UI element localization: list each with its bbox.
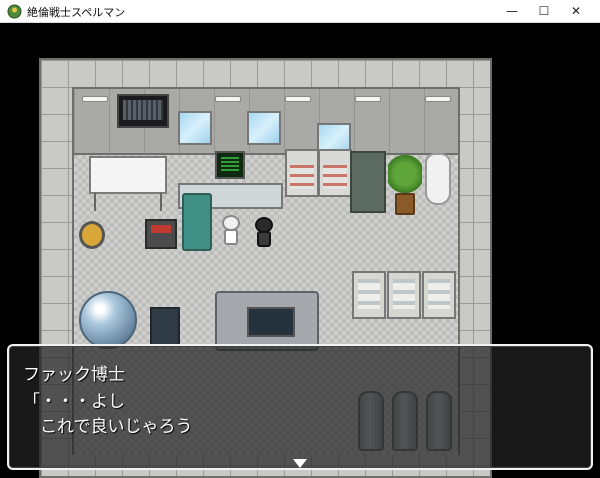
dialogue-line: これで良いじゃろう [23, 417, 193, 437]
shelf-unit [387, 271, 421, 319]
large-lab-machine [215, 291, 319, 351]
dialogue-speaker-name: ファック博士 [23, 365, 125, 385]
ceiling-light [285, 96, 311, 102]
window-title: 絶倫戦士スペルマン [27, 6, 126, 19]
ceiling-light [215, 96, 241, 102]
whiteboard [89, 156, 167, 194]
close-button[interactable]: ✕ [560, 0, 592, 23]
shelf-unit [422, 271, 456, 319]
ceiling-light [82, 96, 108, 102]
whiteboard-stand [94, 193, 162, 211]
maximize-button[interactable]: ☐ [528, 0, 560, 23]
shelf-unit [352, 271, 386, 319]
window-titlebar: 絶倫戦士スペルマン — ☐ ✕ [0, 0, 600, 23]
specimen-cabinet [285, 149, 319, 197]
character-body [257, 231, 271, 247]
lab-window [178, 111, 212, 145]
steel-locker [350, 151, 386, 213]
dialogue-line: 「・・・よし [23, 392, 125, 412]
game-app-icon [7, 4, 22, 19]
character-body [224, 229, 238, 245]
dialogue-box[interactable]: ファック博士 「・・・よし これで良いじゃろう [7, 344, 593, 470]
specimen-cabinet [318, 149, 352, 197]
toilet [425, 153, 451, 205]
potted-plant [388, 153, 422, 195]
character-dr-fack[interactable] [220, 215, 242, 247]
minimize-button[interactable]: — [496, 0, 528, 23]
ceiling-light [355, 96, 381, 102]
computer-terminal [215, 151, 245, 179]
character-dark-figure[interactable] [253, 217, 275, 249]
lab-window [247, 111, 281, 145]
glass-capsule [79, 291, 137, 349]
ceiling-light [425, 96, 451, 102]
wall-monitor [117, 94, 169, 128]
operating-bed [182, 193, 212, 251]
plant-pot [395, 193, 415, 215]
continue-arrow-icon[interactable] [293, 459, 307, 468]
control-machine [145, 219, 177, 249]
server-panel [150, 307, 180, 347]
wheelchair [79, 221, 105, 249]
